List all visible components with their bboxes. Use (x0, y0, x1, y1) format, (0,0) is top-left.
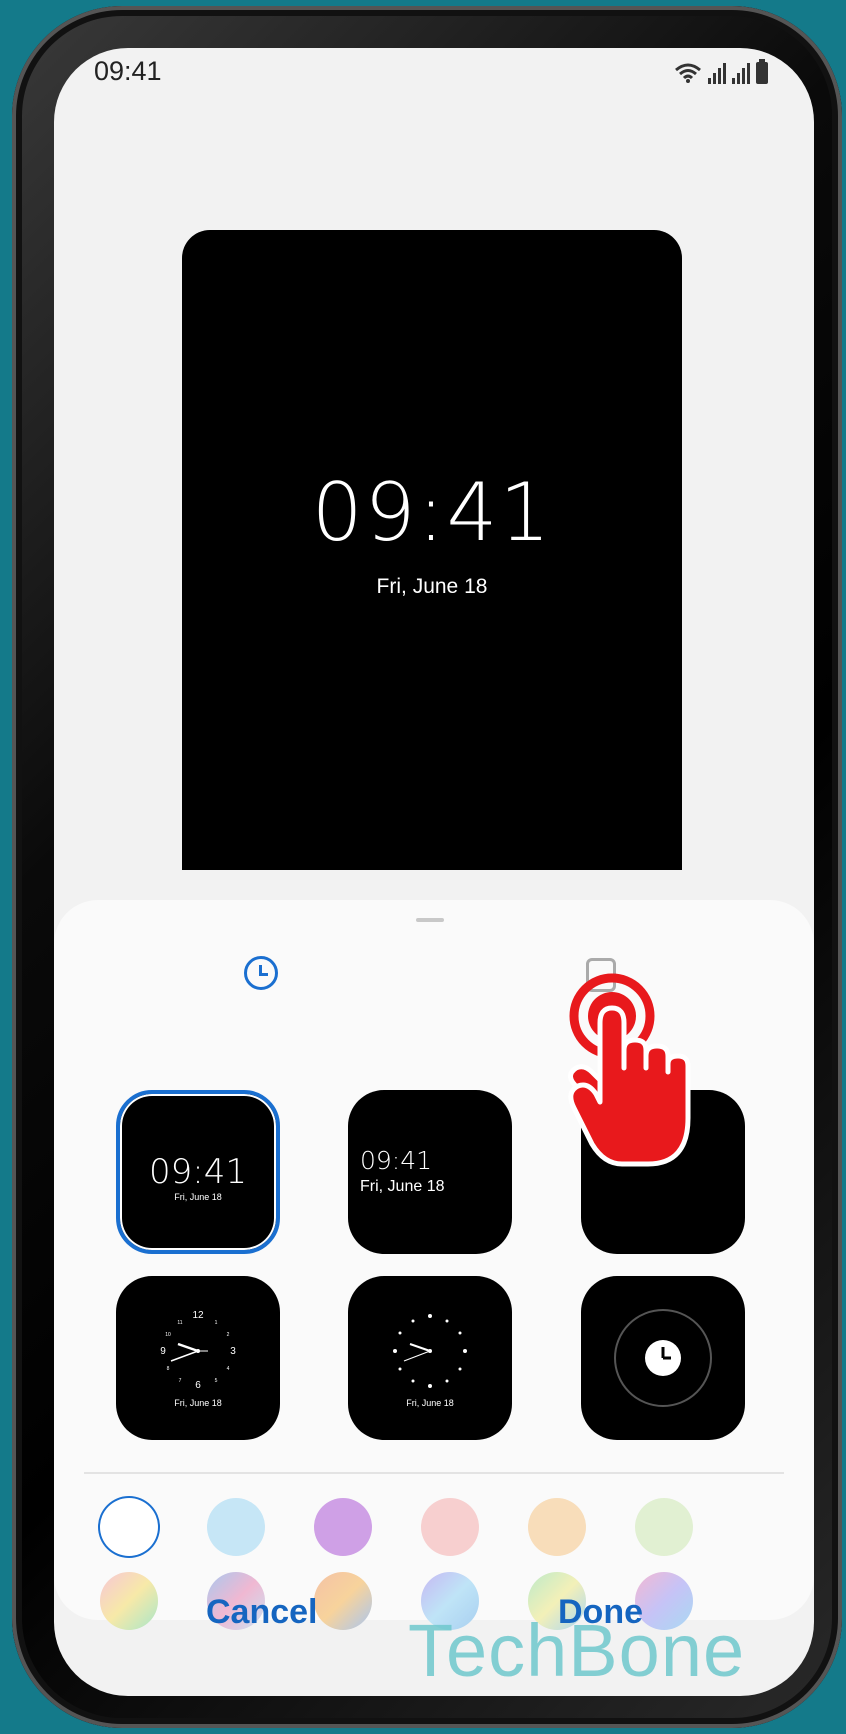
signal-icon-2 (732, 62, 750, 84)
color-swatch-gradient-3[interactable] (314, 1572, 372, 1630)
numeral-3: 3 (230, 1346, 236, 1357)
numeral-11: 11 (177, 1320, 182, 1326)
clock-icon (614, 1309, 712, 1407)
tile-time: 09:41 (149, 1152, 247, 1192)
numeral-1: 1 (215, 1320, 218, 1326)
status-bar: 09:41 (54, 48, 814, 96)
color-swatch-light-green[interactable] (635, 1498, 693, 1556)
preview-date: Fri, June 18 (376, 575, 488, 598)
numeral-12: 12 (192, 1310, 204, 1321)
clock-style-digital-left[interactable]: 09:41 Fri, June 18 (348, 1090, 512, 1254)
tile-date: Fri, June 18 (174, 1192, 222, 1202)
tile-date: Fri, June 18 (174, 1398, 222, 1408)
numeral-7: 7 (179, 1378, 182, 1384)
sheet-handle[interactable] (416, 918, 444, 922)
cancel-button[interactable]: Cancel (206, 1593, 318, 1632)
color-swatch-peach[interactable] (528, 1498, 586, 1556)
numeral-2: 2 (227, 1332, 230, 1338)
numeral-10: 10 (165, 1332, 171, 1338)
numeral-6: 6 (195, 1380, 201, 1391)
divider (84, 1472, 784, 1474)
screen: 09:41 09:41 Fri, June 18 09:41 Fri, June… (54, 48, 814, 1696)
color-swatch-white[interactable] (100, 1498, 158, 1556)
battery-icon (756, 59, 768, 84)
clock-style-sheet: 09:41 Fri, June 18 09:41 Fri, June 18 12… (54, 900, 814, 1630)
wifi-icon (675, 63, 701, 83)
tap-hand-icon (568, 973, 691, 1167)
clock-style-analog-dots[interactable]: Fri, June 18 (348, 1276, 512, 1440)
clock-icon[interactable] (244, 956, 278, 990)
analog-dots-clock-icon (393, 1314, 467, 1388)
tile-date: Fri, June 18 (406, 1398, 454, 1408)
preview-time: 09:41 (311, 466, 553, 559)
tile-date: Fri, June 18 (360, 1178, 445, 1195)
numeral-9: 9 (160, 1346, 166, 1357)
color-swatch-gradient-1[interactable] (100, 1572, 158, 1630)
analog-clock-icon: 12 3 6 9 1 2 4 5 7 8 10 11 (160, 1310, 236, 1391)
clock-style-analog-numbers[interactable]: 12 3 6 9 1 2 4 5 7 8 10 11 Fri, June 18 (116, 1276, 280, 1440)
numeral-5: 5 (215, 1378, 218, 1384)
tile-time: 09:41 (360, 1146, 433, 1175)
color-swatch-pink[interactable] (421, 1498, 479, 1556)
aod-preview: 09:41 Fri, June 18 (182, 230, 682, 870)
color-swatch-light-blue[interactable] (207, 1498, 265, 1556)
numeral-4: 4 (227, 1366, 230, 1372)
clock-style-icon[interactable] (581, 1276, 745, 1440)
clock-style-digital-center[interactable]: 09:41 Fri, June 18 (116, 1090, 280, 1254)
numeral-8: 8 (167, 1366, 170, 1372)
watermark-logo: TechBone (408, 1609, 746, 1692)
color-swatch-purple[interactable] (314, 1498, 372, 1556)
signal-icon (708, 62, 726, 84)
status-time: 09:41 (94, 56, 162, 86)
status-icons (674, 58, 768, 84)
